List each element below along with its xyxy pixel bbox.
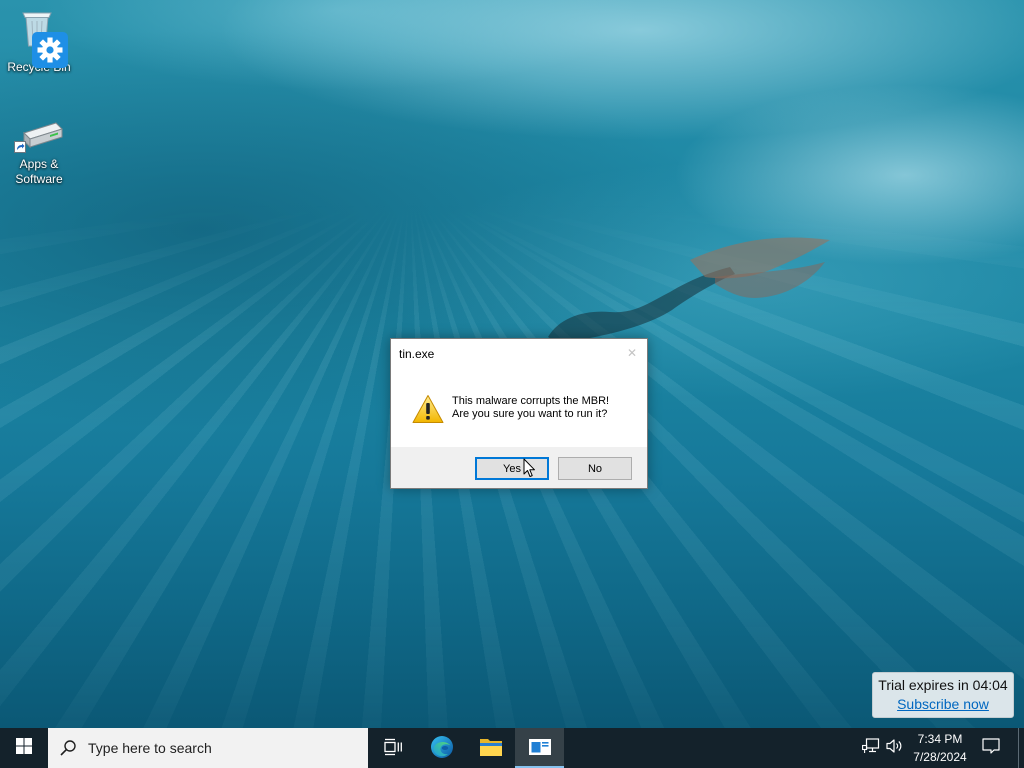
drive-icon [20,120,64,152]
network-tray-button[interactable] [860,728,882,768]
volume-icon [886,738,904,759]
desktop-icon-apps-software[interactable]: Apps & Software [4,118,74,190]
taskbar-task-view-button[interactable] [368,728,417,768]
warning-icon [412,394,444,424]
message-box-dialog: tin.exe ✕ This malware corrupts the MBR!… [390,338,648,489]
show-desktop-button[interactable] [1018,728,1024,768]
dialog-message-line: This malware corrupts the MBR! [452,395,610,407]
dialog-message-line: Are you sure you want to run it? [452,408,608,420]
dialog-button-bar: Yes No [391,447,647,488]
search-input[interactable] [88,728,358,768]
taskbar-file-explorer-button[interactable] [466,728,515,768]
search-box[interactable] [48,728,368,768]
clock-time: 7:34 PM [917,732,963,746]
taskbar-pinned-apps [368,728,564,768]
file-explorer-icon [479,737,503,757]
start-button[interactable] [0,728,48,768]
yes-button[interactable]: Yes [475,457,549,480]
shortcut-arrow-icon [14,140,26,153]
app-window-icon [528,739,551,755]
clock-date: 7/28/2024 [913,750,967,764]
taskbar-edge-button[interactable] [417,728,466,768]
search-icon [60,740,76,756]
dialog-message: This malware corrupts the MBR! Are you s… [452,395,609,421]
action-center-button[interactable] [976,728,1006,768]
taskbar-active-app-button[interactable] [515,728,564,768]
windows-start-icon [16,737,32,759]
trial-notice: Trial expires in 04:04 Subscribe now [872,672,1014,718]
volume-tray-button[interactable] [884,728,906,768]
taskbar-clock[interactable]: 7:34 PM 7/28/2024 [910,730,970,766]
gear-icon[interactable] [32,32,68,68]
network-icon [862,737,880,759]
no-button[interactable]: No [558,457,632,480]
trial-expiry-text: Trial expires in 04:04 [878,677,1008,693]
edge-icon [430,735,454,759]
task-view-icon [383,738,403,756]
dialog-title-bar[interactable]: tin.exe ✕ [391,339,647,369]
taskbar: 7:34 PM 7/28/2024 [0,728,1024,768]
close-button[interactable]: ✕ [627,346,637,360]
desktop-icon-label: Apps & Software [15,157,63,186]
wallpaper-swimmer [548,237,830,341]
mouse-cursor-icon [523,458,536,479]
notification-icon [982,737,1000,759]
subscribe-now-link[interactable]: Subscribe now [873,696,1013,712]
dialog-title: tin.exe [399,347,435,361]
